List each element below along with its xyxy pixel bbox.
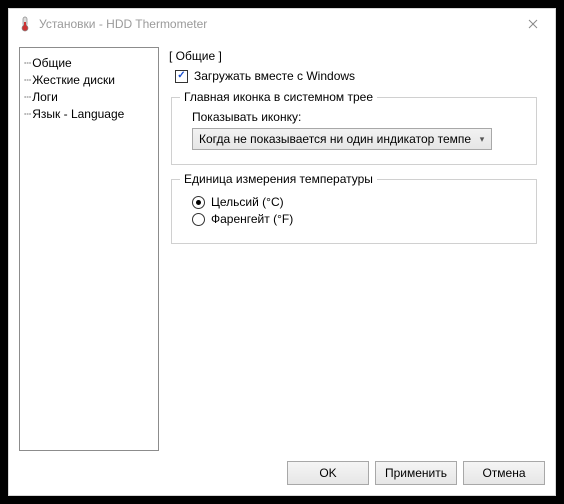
- cancel-button[interactable]: Отмена: [463, 461, 545, 485]
- close-icon: [528, 19, 538, 29]
- button-label: Отмена: [482, 466, 525, 480]
- radio-button[interactable]: [192, 213, 205, 226]
- nav-label: Жесткие диски: [32, 73, 115, 87]
- tree-branch-icon: ┄: [24, 107, 30, 121]
- section-title: [ Общие ]: [169, 49, 539, 63]
- nav-item-general[interactable]: ┄ Общие: [24, 55, 154, 71]
- titlebar: Установки - HDD Thermometer: [9, 9, 555, 39]
- chevron-down-icon: ▾: [473, 134, 491, 145]
- nav-item-drives[interactable]: ┄ Жесткие диски: [24, 72, 154, 88]
- apply-button[interactable]: Применить: [375, 461, 457, 485]
- radio-fahrenheit[interactable]: Фаренгейт (°F): [192, 212, 526, 226]
- content-area: ┄ Общие ┄ Жесткие диски ┄ Логи ┄ Язык - …: [19, 47, 545, 451]
- radio-label: Фаренгейт (°F): [211, 212, 293, 226]
- thermometer-icon: [17, 16, 33, 32]
- startup-checkbox-row[interactable]: Загружать вместе с Windows: [175, 69, 539, 83]
- nav-tree: ┄ Общие ┄ Жесткие диски ┄ Логи ┄ Язык - …: [19, 47, 159, 451]
- nav-label: Общие: [32, 56, 71, 70]
- temperature-unit-group: Единица измерения температуры Цельсий (°…: [171, 179, 537, 244]
- window-title: Установки - HDD Thermometer: [39, 17, 513, 31]
- tray-group-legend: Главная иконка в системном трее: [180, 90, 377, 104]
- main-panel: [ Общие ] Загружать вместе с Windows Гла…: [159, 47, 545, 451]
- radio-celsius[interactable]: Цельсий (°C): [192, 195, 526, 209]
- show-icon-label: Показывать иконку:: [192, 110, 526, 124]
- radio-button[interactable]: [192, 196, 205, 209]
- unit-group-legend: Единица измерения температуры: [180, 172, 377, 186]
- show-icon-dropdown[interactable]: Когда не показывается ни один индикатор …: [192, 128, 492, 150]
- tray-icon-group: Главная иконка в системном трее Показыва…: [171, 97, 537, 165]
- tree-branch-icon: ┄: [24, 90, 30, 104]
- nav-label: Язык - Language: [32, 107, 124, 121]
- ok-button[interactable]: OK: [287, 461, 369, 485]
- dropdown-value: Когда не показывается ни один индикатор …: [193, 132, 473, 146]
- startup-checkbox-label: Загружать вместе с Windows: [194, 69, 355, 83]
- tree-branch-icon: ┄: [24, 56, 30, 70]
- startup-checkbox[interactable]: [175, 70, 188, 83]
- radio-label: Цельсий (°C): [211, 195, 284, 209]
- dialog-buttons: OK Применить Отмена: [287, 461, 545, 485]
- close-button[interactable]: [513, 10, 553, 38]
- nav-item-language[interactable]: ┄ Язык - Language: [24, 106, 154, 122]
- button-label: Применить: [385, 466, 447, 480]
- tree-branch-icon: ┄: [24, 73, 30, 87]
- button-label: OK: [319, 466, 336, 480]
- nav-item-logs[interactable]: ┄ Логи: [24, 89, 154, 105]
- nav-label: Логи: [32, 90, 58, 104]
- dialog-window: Установки - HDD Thermometer ┄ Общие ┄ Же…: [8, 8, 556, 496]
